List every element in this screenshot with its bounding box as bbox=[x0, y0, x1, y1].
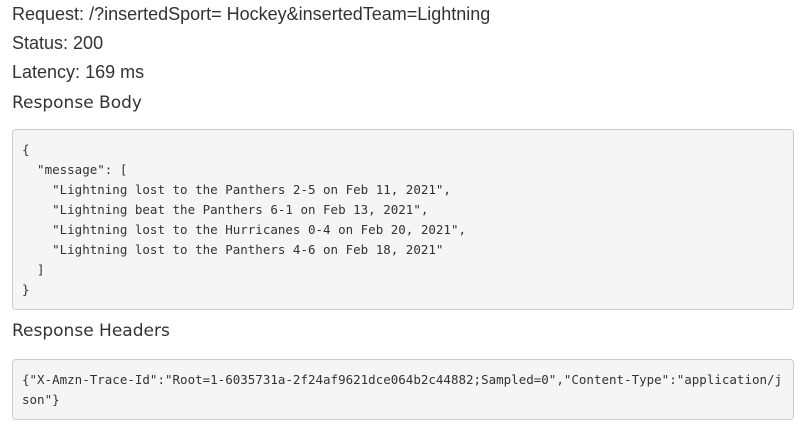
status-code: 200 bbox=[73, 33, 104, 53]
response-headers-code: {"X-Amzn-Trace-Id":"Root=1-6035731a-2f24… bbox=[12, 359, 794, 420]
latency-value: 169 ms bbox=[85, 62, 145, 82]
latency-label: Latency: bbox=[12, 62, 81, 82]
latency-line: Latency: 169 ms bbox=[12, 61, 794, 83]
api-response-panel: Request: /?insertedSport= Hockey&inserte… bbox=[12, 0, 794, 420]
request-url: /?insertedSport= Hockey&insertedTeam=Lig… bbox=[89, 4, 491, 24]
status-line: Status: 200 bbox=[12, 32, 794, 54]
response-body-code: { "message": [ "Lightning lost to the Pa… bbox=[12, 129, 794, 310]
request-line: Request: /?insertedSport= Hockey&inserte… bbox=[12, 3, 794, 25]
response-body-title: Response Body bbox=[12, 93, 142, 113]
status-label: Status: bbox=[12, 33, 69, 53]
request-label: Request: bbox=[12, 4, 85, 24]
response-headers-title: Response Headers bbox=[12, 321, 170, 341]
